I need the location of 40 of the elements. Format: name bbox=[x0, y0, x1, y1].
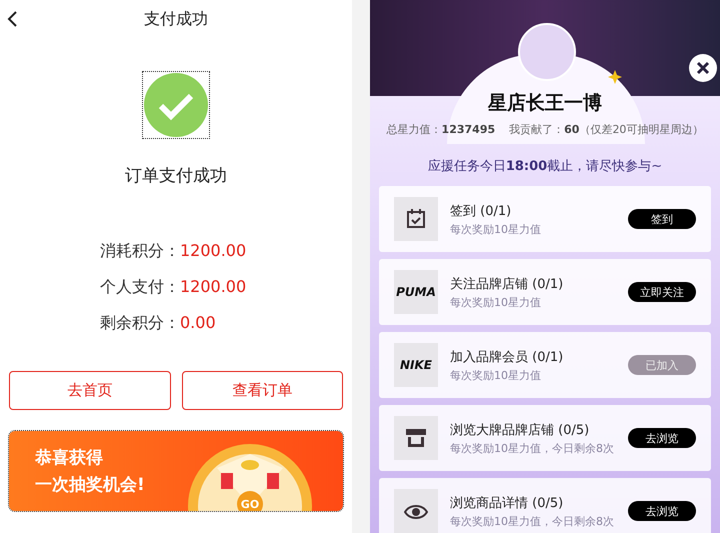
task-title: 关注品牌店铺 (0/1) bbox=[450, 276, 564, 292]
task-title: 签到 (0/1) bbox=[450, 202, 512, 220]
task-reward: 每次奖励10星力值，今日剩余8次 bbox=[450, 514, 615, 528]
task-button[interactable]: 去浏览 bbox=[628, 501, 696, 521]
total-stat: 总星力值：1237495 bbox=[386, 122, 496, 137]
detail-value: 1200.00 bbox=[180, 276, 248, 298]
success-check-icon bbox=[144, 73, 208, 137]
task-title: 浏览商品详情 (0/5) bbox=[450, 494, 564, 512]
contribution-stat: 我贡献了：60（仅差20可抽明星周边） bbox=[509, 122, 704, 137]
action-button[interactable]: 查看订单 bbox=[182, 371, 343, 410]
banner-text: 恭喜获得 bbox=[35, 447, 104, 469]
task-reward: 每次奖励10星力值 bbox=[450, 368, 542, 382]
task-reward: 每次奖励10星力值，今日剩余8次 bbox=[450, 440, 615, 456]
task-title: 加入品牌会员 (0/1) bbox=[450, 348, 564, 366]
detail-label: 个人支付： bbox=[99, 276, 180, 298]
status-text: 订单支付成功 bbox=[125, 165, 227, 187]
close-icon bbox=[696, 61, 710, 75]
detail-value: 1200.00 bbox=[180, 240, 248, 262]
action-button[interactable]: 去首页 bbox=[9, 371, 170, 410]
detail-label: 消耗积分： bbox=[99, 240, 180, 262]
lottery-banner[interactable]: 恭喜获得 一次抽奖机会! GO bbox=[9, 431, 343, 511]
deadline-notice: 应援任务今日18:00截止，请尽快参与~ bbox=[428, 158, 662, 175]
detail-value: 0.00 bbox=[180, 312, 217, 334]
calendar-check-icon bbox=[405, 208, 427, 230]
brand-logo: PUMA bbox=[396, 285, 436, 299]
star-name: 星店长王一博 bbox=[488, 91, 602, 116]
task-button[interactable]: 签到 bbox=[628, 209, 696, 229]
store-icon bbox=[405, 428, 427, 448]
back-icon[interactable] bbox=[6, 11, 18, 27]
brand-logo: NIKE bbox=[400, 358, 432, 372]
eye-icon bbox=[404, 502, 428, 520]
detail-label: 剩余积分： bbox=[99, 312, 180, 334]
task-button[interactable]: 立即关注 bbox=[628, 282, 696, 302]
task-reward: 每次奖励10星力值 bbox=[450, 222, 542, 236]
task-button[interactable]: 去浏览 bbox=[628, 428, 696, 448]
task-title: 浏览大牌品牌店铺 (0/5) bbox=[450, 422, 590, 438]
page-title: 支付成功 bbox=[144, 8, 208, 30]
banner-text: 一次抽奖机会! bbox=[35, 474, 145, 496]
sparkle-icon bbox=[608, 70, 622, 84]
task-reward: 每次奖励10星力值 bbox=[450, 294, 542, 310]
